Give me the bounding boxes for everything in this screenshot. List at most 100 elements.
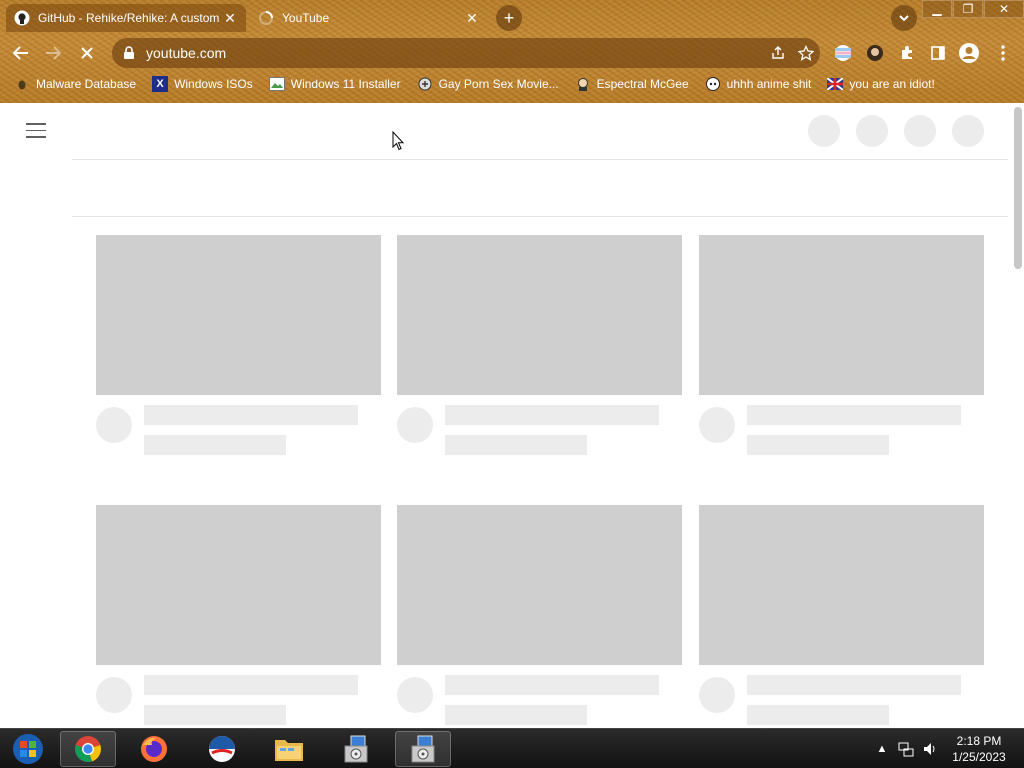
profile-icon[interactable]: [958, 42, 980, 64]
side-panel-icon[interactable]: [927, 42, 949, 64]
skeleton-avatar: [699, 677, 735, 713]
skeleton-thumbnail: [96, 505, 381, 665]
skeleton-avatar: [96, 677, 132, 713]
skeleton-thumbnail: [397, 235, 682, 395]
toolbar: youtube.com: [0, 36, 1024, 70]
forward-button[interactable]: [40, 40, 66, 66]
close-icon[interactable]: ✕: [464, 10, 480, 26]
tab-search-button[interactable]: [891, 5, 917, 31]
chevron-up-icon[interactable]: ▲: [872, 739, 892, 759]
tab-github[interactable]: GitHub - Rehike/Rehike: A custom ✕: [6, 4, 246, 32]
window-controls: ▁ ❐ ✕: [921, 0, 1024, 18]
bookmark-windows-11-installer[interactable]: Windows 11 Installer: [268, 76, 401, 92]
header-actions-placeholder: [808, 115, 1000, 147]
bookmark-label: Espectral McGee: [596, 77, 689, 91]
site-icon: [417, 76, 433, 92]
skeleton-title: [144, 405, 358, 425]
chips-divider: [72, 216, 1008, 217]
bookmark-label: Malware Database: [36, 77, 137, 91]
bug-icon: [14, 76, 30, 92]
skeleton-video-card: [96, 505, 381, 725]
skeleton-meta: [144, 435, 286, 455]
bookmark-label: uhhh anime shit: [726, 77, 812, 91]
star-icon[interactable]: [792, 39, 820, 67]
skeleton-thumbnail: [699, 235, 984, 395]
arrow-left-icon: [12, 46, 28, 60]
skeleton-title: [445, 675, 659, 695]
taskbar-browser-app[interactable]: [194, 731, 250, 767]
mouse-cursor-icon: [392, 131, 404, 151]
character-icon: [575, 76, 591, 92]
avatar-extension-icon[interactable]: [864, 42, 886, 64]
skeleton-meta: [144, 705, 286, 725]
clock-date: 1/25/2023: [952, 750, 1006, 764]
loading-icon: [258, 10, 274, 26]
anime-icon: [705, 76, 721, 92]
network-icon[interactable]: [896, 739, 916, 759]
skeleton-video-card: [397, 235, 682, 455]
placeholder-circle: [952, 115, 984, 147]
url-text: youtube.com: [146, 45, 227, 61]
skeleton-title: [747, 405, 961, 425]
folder-icon: [275, 740, 303, 761]
placeholder-circle: [808, 115, 840, 147]
scrollbar[interactable]: [1014, 107, 1022, 269]
skeleton-avatar: [96, 407, 132, 443]
taskbar-chrome[interactable]: [60, 731, 116, 767]
taskbar: ▲ 2:18 PM 1/25/2023: [0, 728, 1024, 768]
more-menu-icon[interactable]: [992, 42, 1014, 64]
start-button[interactable]: [0, 731, 56, 767]
bookmark-label: Windows 11 Installer: [290, 77, 401, 91]
bookmark-malware-database[interactable]: Malware Database: [14, 76, 136, 92]
header-divider: [72, 159, 1008, 160]
flag-extension-icon[interactable]: [832, 42, 854, 64]
restore-button[interactable]: ❐: [953, 0, 983, 18]
close-icon[interactable]: ✕: [222, 10, 238, 26]
skeleton-thumbnail: [96, 235, 381, 395]
tab-title: YouTube: [282, 11, 330, 25]
back-button[interactable]: [8, 40, 34, 66]
bookmark-anime[interactable]: uhhh anime shit: [705, 76, 812, 92]
menu-icon[interactable]: [26, 123, 46, 139]
puzzle-icon[interactable]: [896, 42, 918, 64]
installer-icon: [344, 735, 368, 763]
clock[interactable]: 2:18 PM 1/25/2023: [944, 733, 1014, 765]
bookmark-you-are-an-idiot[interactable]: you are an idiot!: [827, 76, 935, 92]
flag-icon: [827, 76, 844, 92]
x-logo-icon: X: [152, 76, 169, 92]
tab-title: GitHub - Rehike/Rehike: A custom: [38, 11, 220, 25]
tab-youtube[interactable]: YouTube ✕: [250, 4, 488, 32]
close-window-button[interactable]: ✕: [984, 0, 1024, 18]
skeleton-meta: [445, 435, 587, 455]
skeleton-avatar: [397, 677, 433, 713]
taskbar-installer-2[interactable]: [395, 731, 451, 767]
skeleton-meta: [445, 705, 587, 725]
bookmark-site[interactable]: Gay Porn Sex Movie...: [417, 76, 559, 92]
taskbar-firefox[interactable]: [126, 731, 182, 767]
start-orb-icon: [13, 734, 43, 764]
github-icon: [14, 10, 30, 26]
new-tab-button[interactable]: +: [496, 5, 522, 31]
bookmark-label: Windows ISOs: [174, 77, 253, 91]
taskbar-explorer[interactable]: [261, 731, 317, 767]
taskbar-installer-1[interactable]: [328, 731, 384, 767]
bookmark-label: Gay Porn Sex Movie...: [438, 77, 559, 91]
chevron-down-icon: [899, 15, 909, 22]
skeleton-avatar: [699, 407, 735, 443]
bookmark-espectral-mcgee[interactable]: Espectral McGee: [575, 76, 689, 92]
volume-icon[interactable]: [920, 739, 940, 759]
browser-chrome: GitHub - Rehike/Rehike: A custom ✕ YouTu…: [0, 0, 1024, 103]
skeleton-thumbnail: [699, 505, 984, 665]
bookmark-windows-isos[interactable]: X Windows ISOs: [152, 76, 253, 92]
globe-icon: [209, 736, 235, 762]
stop-loading-button[interactable]: [74, 40, 100, 66]
skeleton-video-card: [699, 235, 984, 455]
skeleton-video-card: [96, 235, 381, 455]
placeholder-circle: [856, 115, 888, 147]
minimize-button[interactable]: ▁: [922, 0, 952, 18]
address-bar[interactable]: youtube.com: [112, 38, 820, 68]
skeleton-meta: [747, 705, 889, 725]
lock-icon: [124, 46, 134, 59]
placeholder-circle: [904, 115, 936, 147]
share-icon[interactable]: [764, 39, 792, 67]
